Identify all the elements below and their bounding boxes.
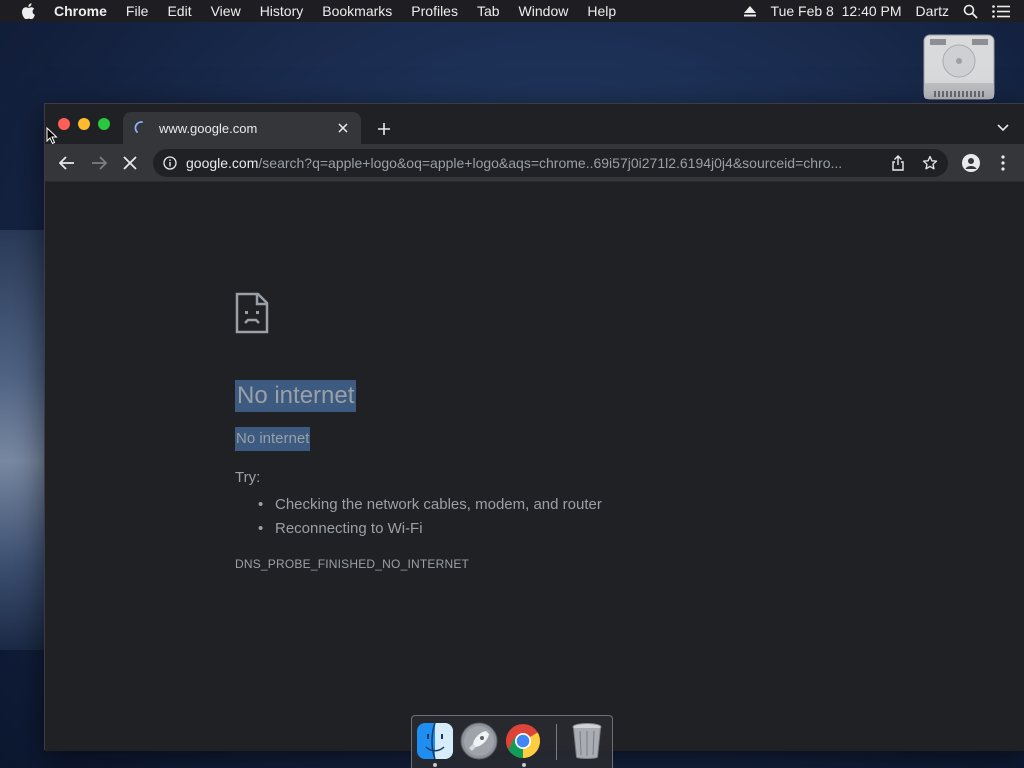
suggestion-list: Checking the network cables, modem, and … [258,493,602,541]
minimize-window-button[interactable] [78,118,90,130]
dock [411,715,613,768]
address-bar[interactable]: google.com/search?q=apple+logo&oq=apple+… [153,149,948,177]
tab-strip: www.google.com [45,104,1024,144]
menu-file[interactable]: File [126,3,149,19]
chrome-icon[interactable] [504,722,542,760]
loading-spinner-icon [134,120,150,136]
trash-icon[interactable] [568,722,606,760]
page-content: No internet No internet Try: Checking th… [45,182,1024,751]
browser-toolbar: google.com/search?q=apple+logo&oq=apple+… [45,144,1024,182]
menu-view[interactable]: View [211,3,241,19]
menu-window[interactable]: Window [519,3,569,19]
menu-tab[interactable]: Tab [477,3,500,19]
new-tab-button[interactable] [375,120,393,138]
suggestion-item: Checking the network cables, modem, and … [258,493,602,517]
eject-icon[interactable] [743,5,757,17]
menu-app-chrome[interactable]: Chrome [54,3,107,19]
menubar-clock[interactable]: Tue Feb 8 12:40 PM [771,3,902,19]
profile-avatar-icon[interactable] [961,153,981,173]
menu-edit[interactable]: Edit [167,3,191,19]
stop-loading-icon[interactable] [120,153,140,173]
spotlight-search-icon[interactable] [963,4,978,19]
menu-history[interactable]: History [260,3,304,19]
menu-bookmarks[interactable]: Bookmarks [322,3,392,19]
suggestion-item: Reconnecting to Wi-Fi [258,517,602,541]
error-subtitle: No internet [235,427,311,451]
url-host: google.com [186,155,259,171]
back-button-icon[interactable] [57,153,77,173]
apple-menu-icon[interactable] [19,2,37,20]
error-code: DNS_PROBE_FINISHED_NO_INTERNET [235,557,470,571]
mouse-cursor-icon [46,126,58,145]
control-center-list-icon[interactable] [992,4,1010,18]
menu-bar: Chrome File Edit View History Bookmarks … [0,0,1024,22]
close-window-button[interactable] [58,118,70,130]
more-menu-icon[interactable] [993,153,1013,173]
zoom-window-button[interactable] [98,118,110,130]
error-title: No internet [235,380,357,412]
finder-running-indicator [433,763,437,767]
site-info-icon[interactable] [162,155,178,171]
browser-window: www.google.com google.com/search?q=apple… [44,103,1024,751]
menu-help[interactable]: Help [587,3,616,19]
menubar-user[interactable]: Dartz [916,3,949,19]
forward-button-icon[interactable] [89,153,109,173]
url-text[interactable]: google.com/search?q=apple+logo&oq=apple+… [186,155,875,171]
sad-document-icon [235,292,269,334]
tab-google[interactable]: www.google.com [123,112,361,144]
dock-separator [556,724,557,760]
try-label: Try: [235,469,261,486]
chrome-running-indicator [522,763,526,767]
tab-title: www.google.com [159,120,258,136]
tab-search-chevron-icon[interactable] [996,121,1010,135]
bookmark-star-icon[interactable] [921,154,939,172]
launchpad-icon[interactable] [460,722,498,760]
share-icon[interactable] [889,154,907,172]
hard-disk-icon[interactable] [922,33,996,101]
finder-icon[interactable] [416,722,454,760]
menu-profiles[interactable]: Profiles [411,3,458,19]
tab-close-icon[interactable] [335,120,351,136]
url-path: /search?q=apple+logo&oq=apple+logo&aqs=c… [258,155,843,171]
